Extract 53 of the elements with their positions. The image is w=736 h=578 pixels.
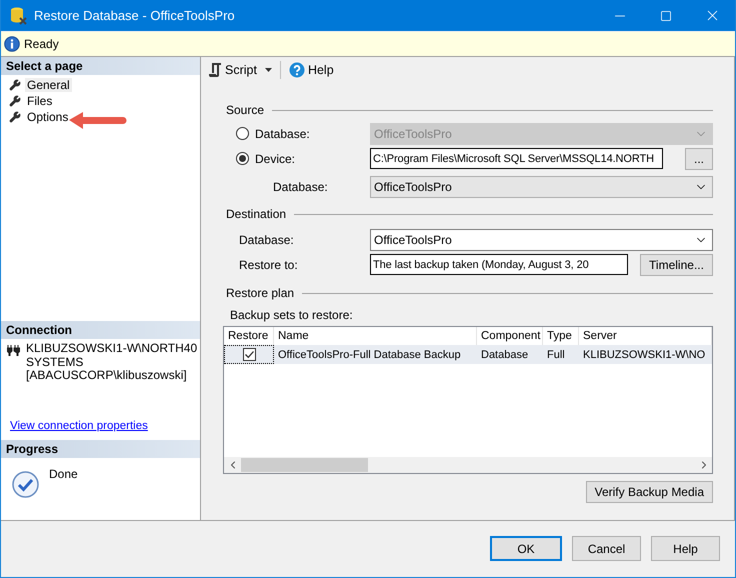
- table-cell-text: Full: [546, 348, 566, 362]
- table-cell-text: OfficeToolsPro-Full Database Backup: [277, 348, 462, 362]
- field-label: Database:: [239, 232, 294, 246]
- wrench-icon: [9, 111, 21, 123]
- dialog-button[interactable]: Cancel: [572, 536, 641, 561]
- window-title: Restore Database - OfficeToolsPro: [34, 8, 236, 23]
- plug-icon: [7, 344, 20, 356]
- page-item[interactable]: Options: [25, 110, 70, 124]
- dialog-button[interactable]: Help: [651, 536, 720, 561]
- maximize-icon[interactable]: [660, 10, 672, 22]
- pane-header: Progress: [1, 440, 200, 458]
- status-text: Ready: [24, 37, 59, 51]
- pane-header: Connection: [1, 321, 200, 339]
- page-item[interactable]: Files: [25, 94, 54, 108]
- connection-text: KLIBUZSOWSKI1-W\NORTH40: [26, 342, 198, 356]
- checkbox[interactable]: [242, 348, 256, 361]
- help-icon: [288, 62, 305, 78]
- device-path-field[interactable]: C:\Program Files\Microsoft SQL Server\MSSQL14.NORTH: [370, 148, 663, 169]
- page-item[interactable]: General: [25, 78, 72, 92]
- wrench-icon: [9, 79, 21, 91]
- group-title: Restore plan: [226, 286, 294, 300]
- info-icon: [4, 36, 20, 52]
- progress-status: Done: [49, 467, 78, 483]
- group-title: Source: [226, 103, 264, 117]
- group-title: Destination: [226, 207, 286, 221]
- connection-text: SYSTEMS: [26, 356, 84, 369]
- verify-button[interactable]: Verify Backup Media: [586, 481, 713, 503]
- table-cell-text: Database: [480, 348, 530, 362]
- field-label: Database:: [255, 126, 310, 140]
- restore-to-field[interactable]: The last backup taken (Monday, August 3, 20: [370, 254, 628, 275]
- field-label: Restore to:: [239, 258, 298, 272]
- pane-header: Select a page: [1, 57, 200, 75]
- database-icon: [10, 6, 28, 26]
- field-label: Database:: [273, 180, 328, 194]
- help-button[interactable]: Help: [286, 60, 336, 80]
- scroll-icon: [208, 62, 222, 78]
- database-dropdown[interactable]: OfficeToolsPro: [370, 228, 713, 250]
- connection-link[interactable]: View connection properties: [10, 420, 200, 432]
- wrench-icon: [9, 95, 21, 107]
- scrollbar-thumb[interactable]: [241, 458, 368, 472]
- grid-row[interactable]: OfficeToolsPro-Full Database Backup Database Full KLIBUZSOWSKI1-W\NO: [224, 345, 712, 364]
- dialog-button[interactable]: OK: [490, 536, 562, 561]
- field-label: Device:: [255, 152, 296, 166]
- timeline-button[interactable]: Timeline...: [640, 254, 713, 276]
- connection-text: [ABACUSCORP\klibuszowski]: [26, 369, 188, 382]
- database-dropdown[interactable]: OfficeToolsPro: [370, 176, 713, 198]
- table-cell-text: KLIBUZSOWSKI1-W\NO: [582, 348, 706, 362]
- radio-button[interactable]: [236, 152, 249, 165]
- browse-button[interactable]: ...: [685, 148, 713, 170]
- script-button[interactable]: Script: [206, 60, 274, 80]
- caret-icon: [264, 68, 272, 72]
- grid-label: Backup sets to restore:: [229, 307, 354, 323]
- check-circle-icon: [12, 471, 39, 498]
